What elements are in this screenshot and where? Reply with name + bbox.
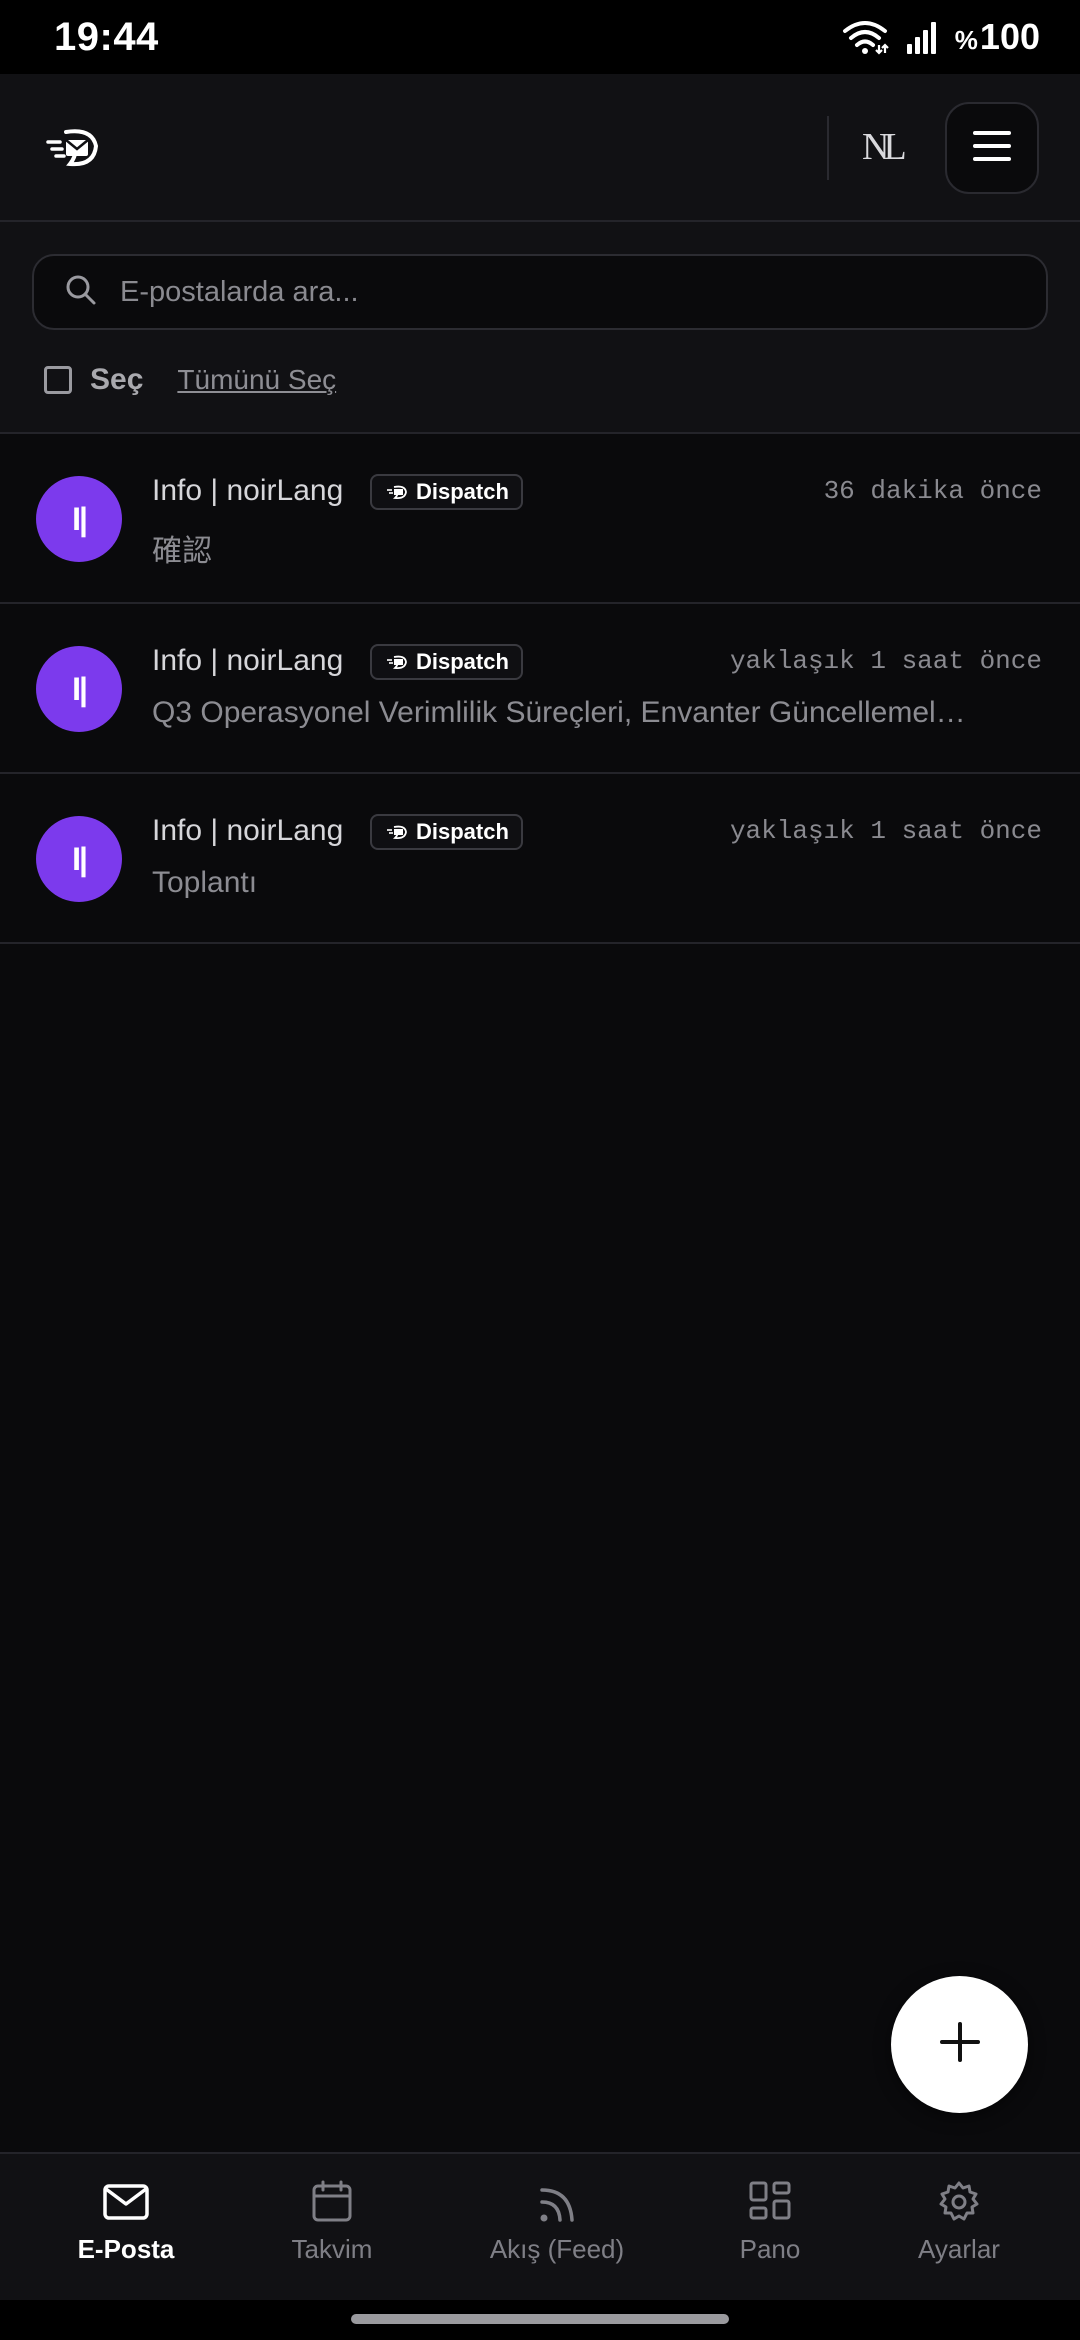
search-box[interactable] [32,254,1048,330]
gesture-handle[interactable] [351,2314,729,2324]
gesture-area [0,2300,1080,2340]
compose-button[interactable] [891,1976,1028,2113]
badge-label: Dispatch [416,479,509,504]
email-list: I| Info | noirLang Dispatch 36 dakika ön… [0,434,1080,944]
badge-label: Dispatch [416,649,509,674]
brand-mark[interactable]: NL [862,124,907,170]
mail-icon [101,2180,151,2224]
nav-label: E-Posta [77,2234,175,2264]
select-checkbox[interactable] [44,366,72,394]
nav-email[interactable]: E-Posta [36,2180,216,2280]
email-row[interactable]: I| Info | noirLang Dispatch 36 dakika ön… [0,434,1080,604]
dispatch-badge-icon [387,825,407,840]
avatar: I| [36,476,122,562]
email-sender: Info | noirLang [152,644,344,677]
email-subject: Toplantı [152,866,258,899]
header-divider [827,116,829,180]
dispatch-logo-icon[interactable] [44,124,100,170]
search-icon [64,273,98,312]
search-input[interactable] [120,275,1000,309]
calendar-icon [307,2180,357,2224]
nav-label: Takvim [291,2234,373,2264]
status-icons: %100 [841,16,1040,58]
nav-dashboard[interactable]: Pano [680,2180,860,2280]
select-all-link[interactable]: Tümünü Seç [177,364,336,396]
rss-icon [532,2180,582,2224]
nav-settings[interactable]: Ayarlar [869,2180,1049,2280]
battery-level: %100 [954,16,1040,57]
avatar: I| [36,816,122,902]
source-badge: Dispatch [370,474,523,510]
nav-label: Akış (Feed) [489,2234,625,2264]
email-sender: Info | noirLang [152,474,344,507]
bottom-nav: E-Posta Takvim Akış (Feed) Pano Ayarlar [0,2152,1080,2300]
source-badge: Dispatch [370,644,523,680]
nav-label: Pano [739,2234,801,2264]
email-subject: Q3 Operasyonel Verimlilik Süreçleri, Env… [152,696,982,729]
badge-label: Dispatch [416,819,509,844]
email-time: yaklaşık 1 saat önce [729,816,1042,846]
nav-label: Ayarlar [918,2234,1000,2264]
nav-feed[interactable]: Akış (Feed) [467,2180,647,2280]
app-header: NL [0,74,1080,222]
dashboard-icon [745,2180,795,2224]
menu-button[interactable] [945,102,1039,194]
selection-row: Seç Tümünü Seç [44,358,336,402]
dispatch-badge-icon [387,655,407,670]
email-sender: Info | noirLang [152,814,344,847]
select-label[interactable]: Seç [90,363,143,397]
gear-icon [934,2180,984,2224]
source-badge: Dispatch [370,814,523,850]
dispatch-badge-icon [387,485,407,500]
status-time: 19:44 [54,14,159,59]
avatar: I| [36,646,122,732]
email-time: 36 dakika önce [823,476,1042,506]
signal-icon [905,20,939,54]
email-row[interactable]: I| Info | noirLang Dispatch yaklaşık 1 s… [0,774,1080,944]
email-time: yaklaşık 1 saat önce [729,646,1042,676]
email-subject: 確認 [152,535,212,568]
search-section: Seç Tümünü Seç [0,222,1080,434]
email-row[interactable]: I| Info | noirLang Dispatch yaklaşık 1 s… [0,604,1080,774]
wifi-icon [841,19,889,55]
plus-icon [938,2020,982,2069]
status-bar: 19:44 %100 [0,0,1080,74]
hamburger-menu-icon [972,129,1012,168]
nav-calendar[interactable]: Takvim [242,2180,422,2280]
email-app-screen: 19:44 %100 NL E-postalarda ara... Seç Tü… [0,0,1080,2340]
